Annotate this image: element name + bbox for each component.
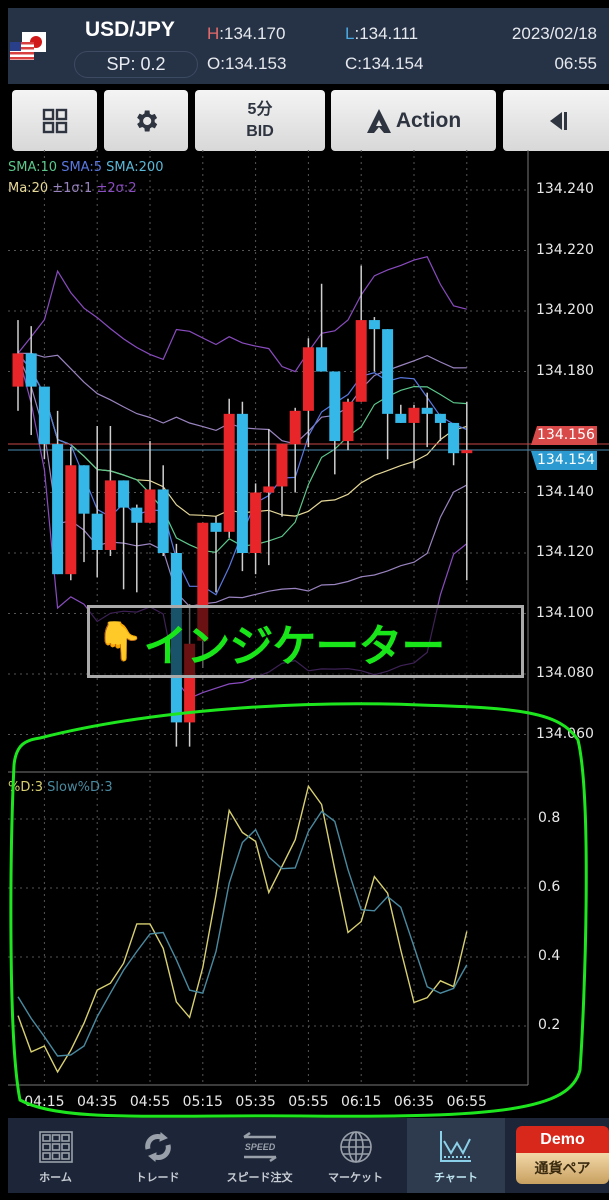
- home-grid-icon: [38, 1131, 73, 1163]
- chart-icon: [440, 1131, 471, 1162]
- candle-down: [434, 413, 446, 423]
- nav-trade[interactable]: トレード: [110, 1118, 205, 1193]
- candle-up: [289, 410, 301, 445]
- percent-d-line: [17, 784, 468, 1074]
- pointing-down-icon: 👇: [96, 620, 144, 663]
- price-axis-label: 134.180: [536, 362, 594, 379]
- candle-up: [263, 486, 275, 493]
- demo-pair-button[interactable]: Demo 通貨ペア: [516, 1126, 609, 1184]
- candle-up: [223, 413, 235, 532]
- stochastic-axis-label: 0.4: [538, 948, 561, 964]
- candle-down: [210, 522, 222, 532]
- candle-down: [421, 407, 433, 414]
- candle-down: [52, 444, 64, 575]
- stochastic-legend: %D:3 Slow%D:3: [8, 780, 113, 795]
- nav-speed-order-label: スピード注文: [226, 1172, 293, 1184]
- candle-up: [65, 465, 77, 575]
- indicator-legend-1: SMA:10 SMA:5 SMA:200: [8, 160, 163, 175]
- stochastic-axis-label: 0.6: [538, 879, 561, 895]
- legend-sma5: SMA:5: [61, 160, 102, 175]
- candle-up: [355, 320, 367, 402]
- pair-select-label: 通貨ペア: [516, 1153, 609, 1184]
- indicator-annotation: 👇 インジケーター: [87, 605, 524, 678]
- candle-up: [12, 353, 24, 387]
- candle-down: [368, 320, 380, 330]
- candle-up: [250, 492, 262, 553]
- time-axis-label: 05:55: [288, 1094, 329, 1110]
- candle-down: [329, 371, 341, 442]
- speed-order-icon: SPEED: [242, 1131, 277, 1163]
- legend-stoch-slow: Slow%D:3: [47, 780, 113, 795]
- nav-home-label: ホーム: [39, 1172, 72, 1184]
- nav-chart[interactable]: チャート: [407, 1118, 505, 1193]
- price-axis-label: 134.200: [536, 302, 594, 318]
- legend-ma20: Ma:20: [8, 181, 49, 196]
- time-axis-label: 04:35: [77, 1094, 118, 1110]
- price-axis-label: 134.080: [536, 665, 594, 681]
- candle-up: [408, 407, 420, 423]
- candle-down: [78, 465, 90, 514]
- candle-down: [25, 353, 37, 387]
- stochastic-axis-label: 0.8: [538, 810, 561, 826]
- legend-sigma1: ±1σ:1: [52, 181, 93, 196]
- nav-chart-label: チャート: [434, 1172, 478, 1184]
- candle-up: [276, 444, 288, 487]
- stochastic-axis-label: 0.2: [538, 1017, 561, 1033]
- candle-up: [144, 489, 156, 523]
- annotation-text: インジケーター: [143, 620, 445, 672]
- svg-text:SPEED: SPEED: [244, 1142, 275, 1152]
- last-price-tag: 134.154: [531, 451, 597, 470]
- nav-market[interactable]: マーケット: [308, 1118, 403, 1193]
- time-axis-label: 05:35: [235, 1094, 276, 1110]
- time-axis-label: 06:55: [446, 1094, 487, 1110]
- candle-down: [316, 347, 328, 372]
- candle-up: [104, 480, 116, 550]
- price-axis-label: 134.220: [536, 241, 594, 258]
- candle-down: [91, 513, 103, 550]
- price-axis-label: 134.100: [536, 604, 594, 621]
- demo-badge: Demo: [516, 1126, 609, 1153]
- candle-down: [395, 413, 407, 423]
- legend-sigma2: ±2σ:2: [96, 181, 137, 196]
- globe-icon: [339, 1131, 372, 1163]
- candle-up: [302, 347, 314, 411]
- nav-trade-label: トレード: [135, 1172, 180, 1184]
- nav-market-label: マーケット: [328, 1172, 383, 1184]
- time-axis-label: 05:15: [182, 1094, 223, 1110]
- time-axis-label: 06:35: [393, 1094, 435, 1110]
- bollinger-upper-2sigma: [17, 255, 467, 373]
- refresh-icon: [144, 1132, 171, 1162]
- time-axis-label: 06:15: [341, 1094, 382, 1110]
- candle-down: [131, 507, 143, 523]
- price-axis-label: 134.120: [536, 544, 594, 560]
- candle-down: [38, 386, 50, 445]
- legend-sma10: SMA:10: [8, 160, 58, 175]
- candle-down: [448, 422, 460, 454]
- candle-up: [342, 401, 354, 442]
- price-axis-label: 134.240: [536, 181, 594, 197]
- candle-up: [461, 450, 473, 454]
- nav-speed-order[interactable]: SPEED スピード注文: [212, 1118, 307, 1193]
- bid-price-tag: 134.156: [531, 426, 597, 445]
- candle-down: [157, 489, 169, 553]
- legend-stoch-d: %D:3: [8, 780, 44, 795]
- time-axis-label: 04:55: [129, 1094, 171, 1110]
- candle-down: [236, 413, 248, 553]
- nav-home[interactable]: ホーム: [8, 1118, 103, 1193]
- indicator-legend-2: Ma:20 ±1σ:1 ±2σ:2: [8, 181, 137, 196]
- legend-sma200: SMA:200: [106, 160, 164, 175]
- time-axis-label: 04:15: [24, 1094, 65, 1110]
- price-axis-label: 134.060: [536, 725, 594, 742]
- candle-down: [382, 329, 394, 414]
- price-axis-label: 134.140: [536, 483, 594, 500]
- candle-down: [118, 480, 130, 508]
